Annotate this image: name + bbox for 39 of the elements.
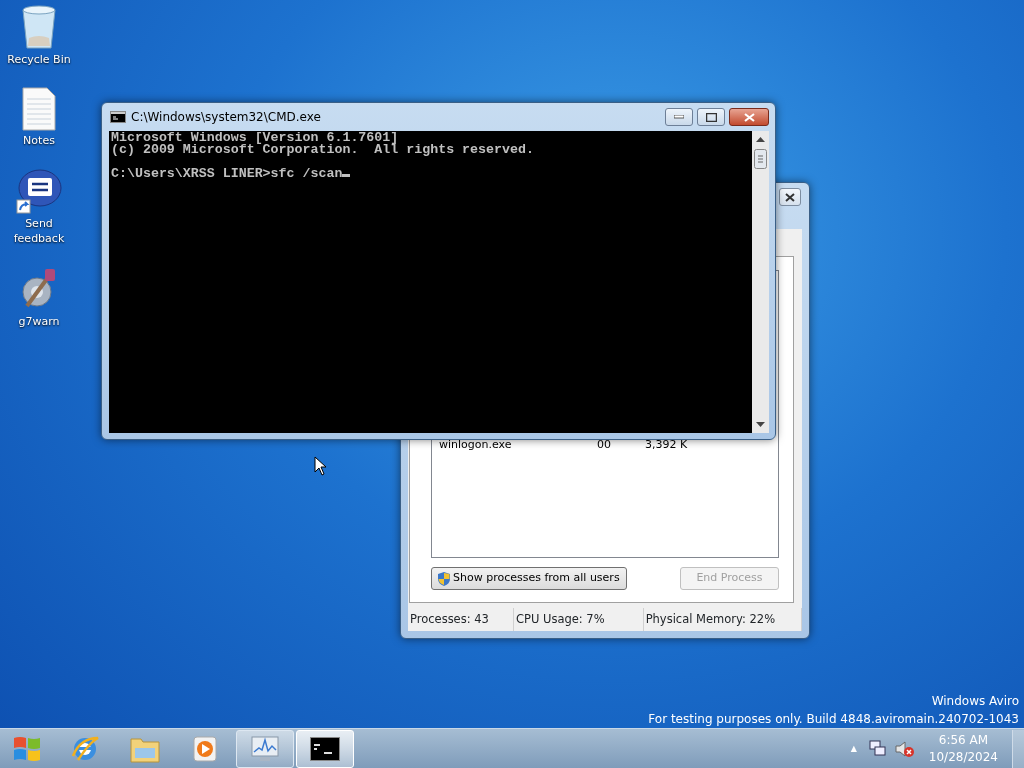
- network-icon[interactable]: [868, 739, 887, 758]
- window-title: C:\Windows\system32\CMD.exe: [131, 109, 321, 126]
- close-icon: [743, 112, 755, 122]
- console-icon: [110, 111, 126, 123]
- recycle-bin-icon[interactable]: [19, 4, 59, 50]
- feedback-icon[interactable]: [16, 168, 62, 214]
- close-icon: [785, 192, 795, 202]
- play-icon: [192, 734, 218, 763]
- minimize-icon: [674, 115, 684, 119]
- shield-icon: [438, 571, 450, 586]
- icon-label[interactable]: Recycle Bin: [7, 52, 71, 67]
- icon-label[interactable]: Send feedback: [13, 216, 65, 246]
- show-all-users-button[interactable]: Show processes from all users: [431, 567, 627, 590]
- text-cursor: [342, 174, 351, 177]
- icon-label[interactable]: Notes: [23, 133, 55, 148]
- cpu-value: 00: [597, 437, 612, 453]
- close-button[interactable]: [779, 188, 801, 206]
- memory-value: 3,392 K: [645, 437, 688, 453]
- mouse-pointer-icon: [314, 456, 327, 476]
- scroll-down-icon[interactable]: [756, 422, 765, 427]
- close-button[interactable]: [729, 108, 769, 126]
- document-icon[interactable]: [21, 87, 57, 131]
- minimize-button[interactable]: [665, 108, 693, 126]
- status-text: CPU Usage: 7%: [513, 608, 644, 631]
- status-text: Processes: 43: [408, 608, 514, 631]
- status-text: Physical Memory: 22%: [643, 608, 802, 631]
- scrollbar[interactable]: [752, 131, 769, 433]
- build-watermark-text: Windows Aviro: [930, 693, 1019, 710]
- maximize-icon: [705, 112, 717, 122]
- performance-monitor-icon: [249, 733, 281, 764]
- scroll-thumb-icon[interactable]: [754, 149, 767, 169]
- maximize-button[interactable]: [697, 108, 725, 126]
- console-icon: [310, 736, 340, 761]
- scroll-up-icon[interactable]: [756, 137, 765, 142]
- console-output[interactable]: Microsoft Windows [Version 6.1.7601] (c) 2009 Microsoft Corporation. All rights reserved. C:\Users\XRSS LINER>sfc /scan: [109, 131, 752, 433]
- process-name: winlogon.exe: [439, 437, 513, 453]
- icon-label[interactable]: g7warn: [18, 314, 60, 329]
- muted-speaker-icon[interactable]: [894, 739, 915, 758]
- build-watermark-text: For testing purposes only. Build 4848.aviromain.240702-1043: [648, 711, 1019, 728]
